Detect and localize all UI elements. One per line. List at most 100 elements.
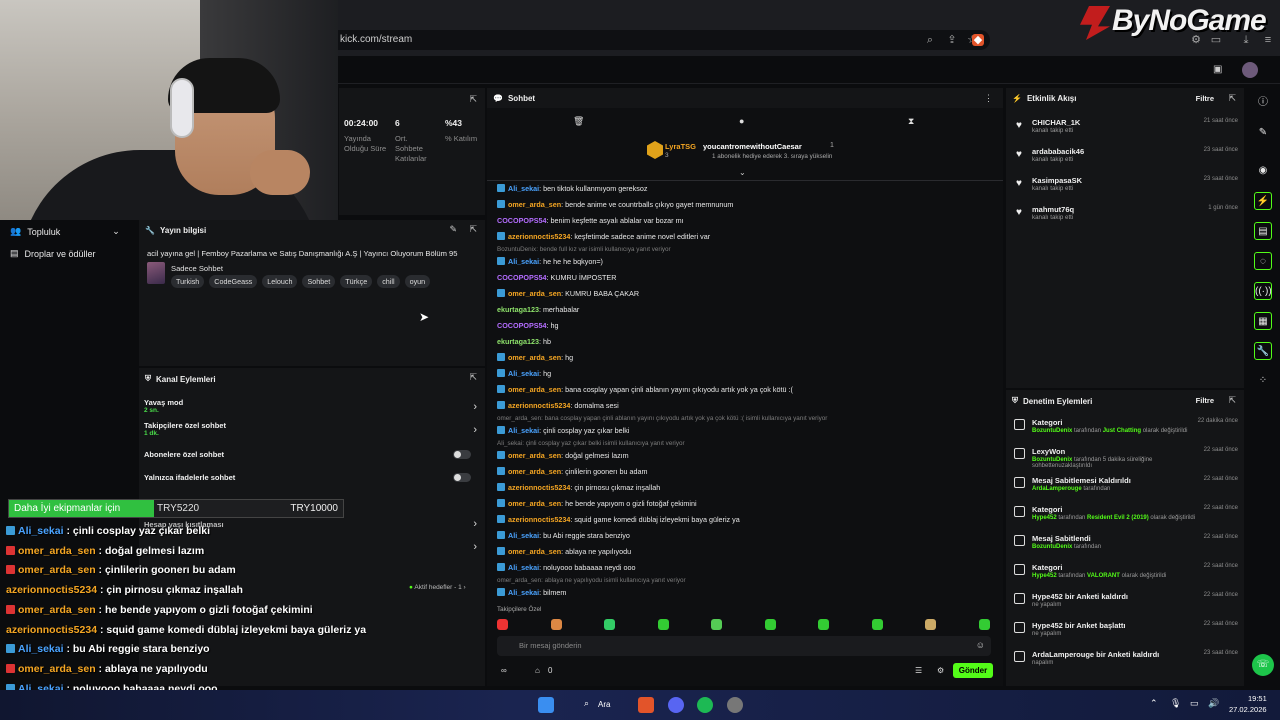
chat-username[interactable]: COCOPOPS54 [497,216,547,225]
spotify-icon[interactable] [697,697,713,713]
send-button[interactable]: Gönder [953,663,993,678]
emote-only-toggle[interactable] [453,473,471,482]
notes-icon[interactable]: ▤ [1254,222,1272,240]
camera-icon[interactable]: ◉ [1254,162,1272,180]
chat-username[interactable]: Ali_sekai [508,184,539,193]
follower-name[interactable]: ardababacik46 [1032,147,1084,156]
chat-username[interactable]: omer_arda_sen [508,547,561,556]
popout-icon[interactable]: ⇱ [469,224,477,235]
url-text[interactable]: kick.com/stream [340,34,412,45]
microphone-icon[interactable]: 🎙 [1170,698,1181,709]
emote-icon[interactable] [818,619,829,630]
chat-options-icon[interactable]: ☰ [915,666,922,675]
chat-username[interactable]: Ali_sekai [508,257,539,266]
connections-icon[interactable]: ∞ [501,666,507,675]
chat-username[interactable]: Ali_sekai [508,563,539,572]
stream-category[interactable]: Sadece Sohbet [171,264,223,273]
chevron-right-icon[interactable]: › [473,541,477,553]
brave-icon[interactable] [638,697,654,713]
zoom-icon[interactable]: ⌕ [924,34,936,46]
mod-actor[interactable]: ArdaLamperouge [1032,486,1082,492]
trash-icon[interactable]: 🗑 [573,116,584,127]
chevron-right-icon[interactable]: › [473,401,477,413]
emote-icon[interactable] [978,619,990,630]
filter-button[interactable]: Filtre [1196,396,1214,405]
chat-username[interactable]: COCOPOPS54 [497,321,547,330]
emote-icon[interactable] [711,619,722,630]
info-icon[interactable]: ⓘ [1254,94,1272,112]
support-button[interactable]: ☏ [1252,654,1274,676]
chat-input[interactable]: Bir mesaj gönderin ☺ [497,636,991,656]
emote-icon[interactable] [764,619,776,630]
chat-username[interactable]: omer_arda_sen [508,200,561,209]
collapse-icon[interactable]: ⌄ [739,168,746,177]
emote-icon[interactable] [604,619,615,630]
tag[interactable]: Türkçe [340,275,373,288]
chat-icon[interactable]: ● [739,116,744,126]
emote-icon[interactable] [657,619,669,630]
tag[interactable]: chill [377,275,400,288]
tag[interactable]: Turkish [171,275,205,288]
filter-button[interactable]: Filtre [1196,94,1214,103]
bolt-icon[interactable]: ⚡ [1254,192,1272,210]
edit-icon[interactable]: ✎ [449,224,457,235]
slow-mode-setting[interactable]: Yavaş mod 2 sn. [144,398,183,414]
storage-icon[interactable]: ▦ [1254,312,1272,330]
broadcast-icon[interactable]: ((·)) [1254,282,1272,300]
share-icon[interactable]: ⇪ [946,34,958,46]
popout-icon[interactable]: ⇱ [1228,93,1236,104]
settings-icon[interactable]: ⚙ [937,666,944,675]
emote-icon[interactable] [550,619,562,630]
avatar[interactable] [1242,62,1258,78]
tray-expand-icon[interactable]: ⌃ [1150,698,1158,709]
network-icon[interactable]: ▭ [1190,698,1199,709]
follower-name[interactable]: CHICHAR_1K [1032,118,1080,127]
chat-username[interactable]: ekurtaga123 [497,337,539,346]
dashboard-icon[interactable]: ▣ [1213,64,1222,75]
hourglass-icon[interactable]: ⧗ [908,116,914,127]
subscribers-only-toggle[interactable] [453,450,471,459]
mod-actor[interactable]: BozuntuDenix [1032,544,1072,550]
popout-icon[interactable]: ⇱ [469,372,477,383]
popout-icon[interactable]: ⇱ [1228,395,1236,406]
clock-time[interactable]: 19:51 [1248,694,1267,703]
emote-icon[interactable] [925,619,936,630]
pen-icon[interactable]: ✎ [1254,124,1272,142]
chat-username[interactable]: azerionnoctis5234 [508,232,570,241]
active-goals[interactable]: ● Aktif hedefler - 1 › [409,584,466,591]
emote-icon[interactable] [871,619,883,630]
search-icon[interactable]: ⌕ [584,698,589,709]
chevron-right-icon[interactable]: › [473,518,477,530]
chat-username[interactable]: omer_arda_sen [508,467,561,476]
chat-username[interactable]: omer_arda_sen [508,289,561,298]
mod-actor[interactable]: Hype452 [1032,515,1057,521]
mod-actor[interactable]: Hype452 [1032,573,1057,579]
chat-username[interactable]: azerionnoctis5234 [508,515,570,524]
pinned-gifter[interactable]: LyraTSG [665,142,696,151]
popout-icon[interactable]: ⇱ [469,94,477,105]
emote-icon[interactable] [497,619,508,630]
chat-username[interactable]: Ali_sekai [508,531,539,540]
chat-username[interactable]: omer_arda_sen [508,451,561,460]
apps-icon[interactable]: ⁘ [1254,372,1272,390]
tag[interactable]: Lelouch [262,275,298,288]
sidebar-item-community[interactable]: 👥 Topluluk ⌄ [10,226,120,237]
sidebar-item-drops[interactable]: ▤ Droplar ve ödüller [10,248,96,259]
chat-username[interactable]: azerionnoctis5234 [508,401,570,410]
chat-username[interactable]: Ali_sekai [508,426,539,435]
tag[interactable]: oyun [404,275,431,288]
brave-shield-icon[interactable]: ◆ [972,34,984,46]
clock-date[interactable]: 27.02.2026 [1229,705,1267,714]
chat-username[interactable]: azerionnoctis5234 [508,483,570,492]
follower-name[interactable]: mahmut76q [1032,205,1074,214]
taskbar-search[interactable]: Ara [598,700,610,709]
chevron-right-icon[interactable]: › [473,424,477,436]
follower-name[interactable]: KasimpasaSK [1032,176,1082,185]
store-icon[interactable]: ⌂ [535,666,540,675]
tag[interactable]: CodeGeass [209,275,258,288]
obs-icon[interactable] [727,697,743,713]
chat-username[interactable]: Ali_sekai [508,588,539,597]
chat-username[interactable]: omer_arda_sen [508,499,561,508]
tag[interactable]: Sohbet [302,275,336,288]
chat-username[interactable]: omer_arda_sen [508,353,561,362]
